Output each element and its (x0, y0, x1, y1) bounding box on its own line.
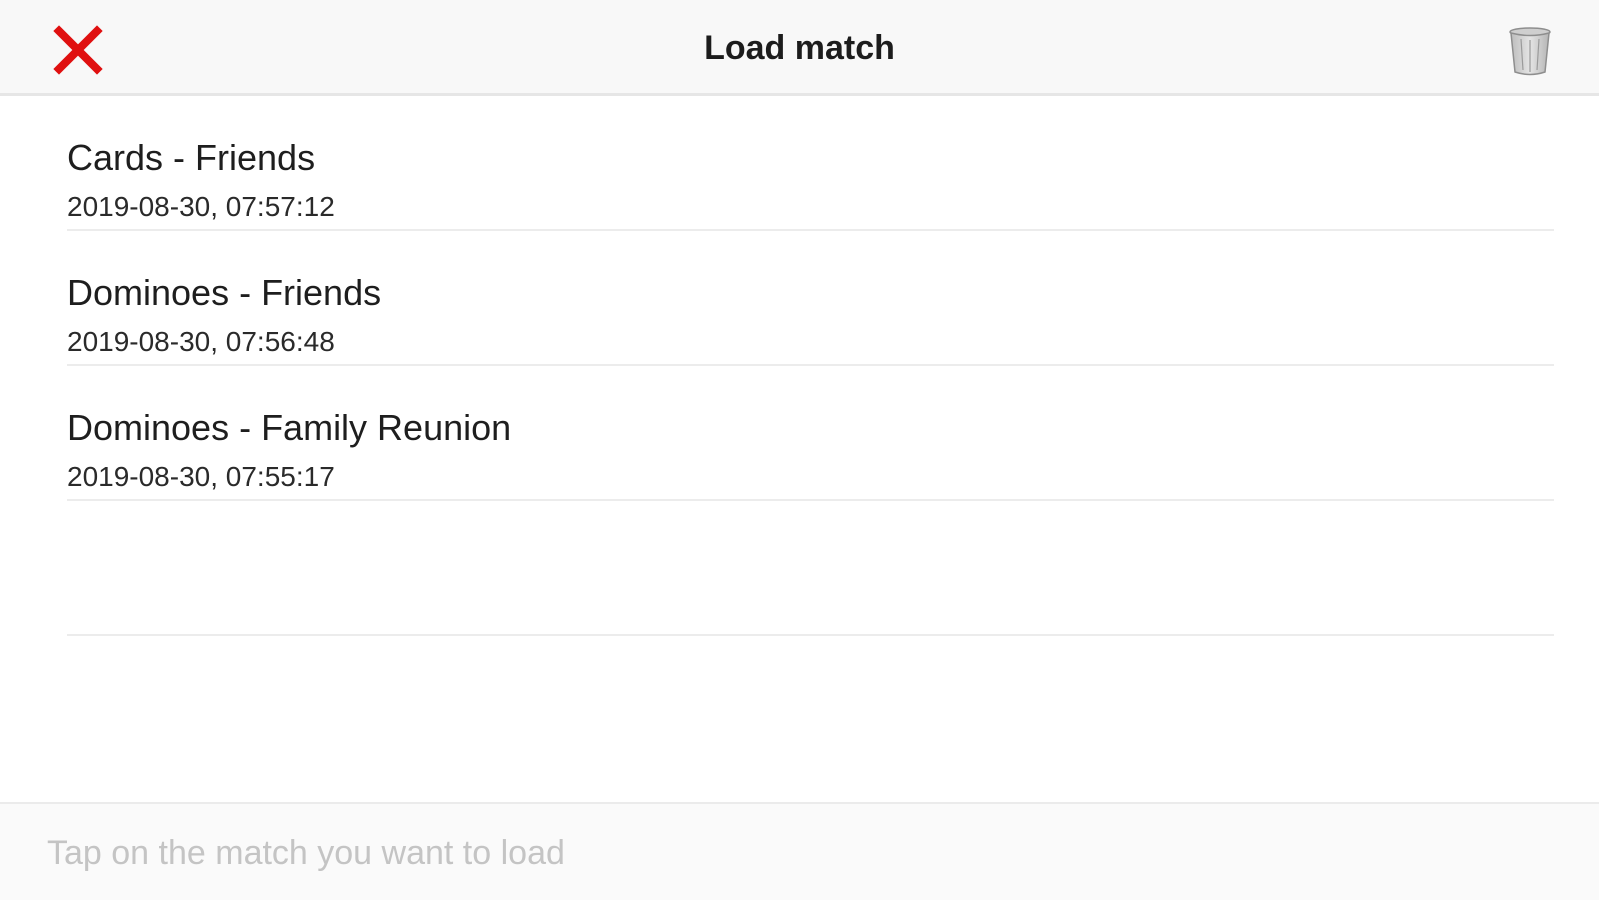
delete-button[interactable] (1504, 24, 1556, 78)
trash-icon (1509, 27, 1551, 76)
match-title: Dominoes - Friends (67, 272, 382, 313)
page-title: Load match (704, 29, 895, 67)
match-date: 2019-08-30, 07:56:48 (67, 326, 335, 357)
match-date: 2019-08-30, 07:55:17 (67, 461, 335, 492)
match-list: Cards - Friends 2019-08-30, 07:57:12 Dom… (0, 96, 1599, 636)
close-x-icon (53, 25, 103, 75)
match-date: 2019-08-30, 07:57:12 (67, 191, 335, 222)
match-row[interactable]: Dominoes - Friends 2019-08-30, 07:56:48 (0, 231, 1599, 366)
match-title: Dominoes - Family Reunion (67, 407, 512, 448)
match-row[interactable]: Cards - Friends 2019-08-30, 07:57:12 (0, 96, 1599, 231)
close-button[interactable] (50, 22, 106, 78)
footer-bar: Tap on the match you want to load (0, 802, 1599, 900)
load-match-screen: Load match Cards - Friends 2019-08-30, 0… (0, 0, 1599, 900)
navigation-bar: Load match (0, 0, 1599, 96)
match-row[interactable]: Dominoes - Family Reunion 2019-08-30, 07… (0, 366, 1599, 501)
match-title: Cards - Friends (67, 137, 316, 178)
empty-row (0, 501, 1599, 636)
footer-hint: Tap on the match you want to load (47, 834, 565, 872)
